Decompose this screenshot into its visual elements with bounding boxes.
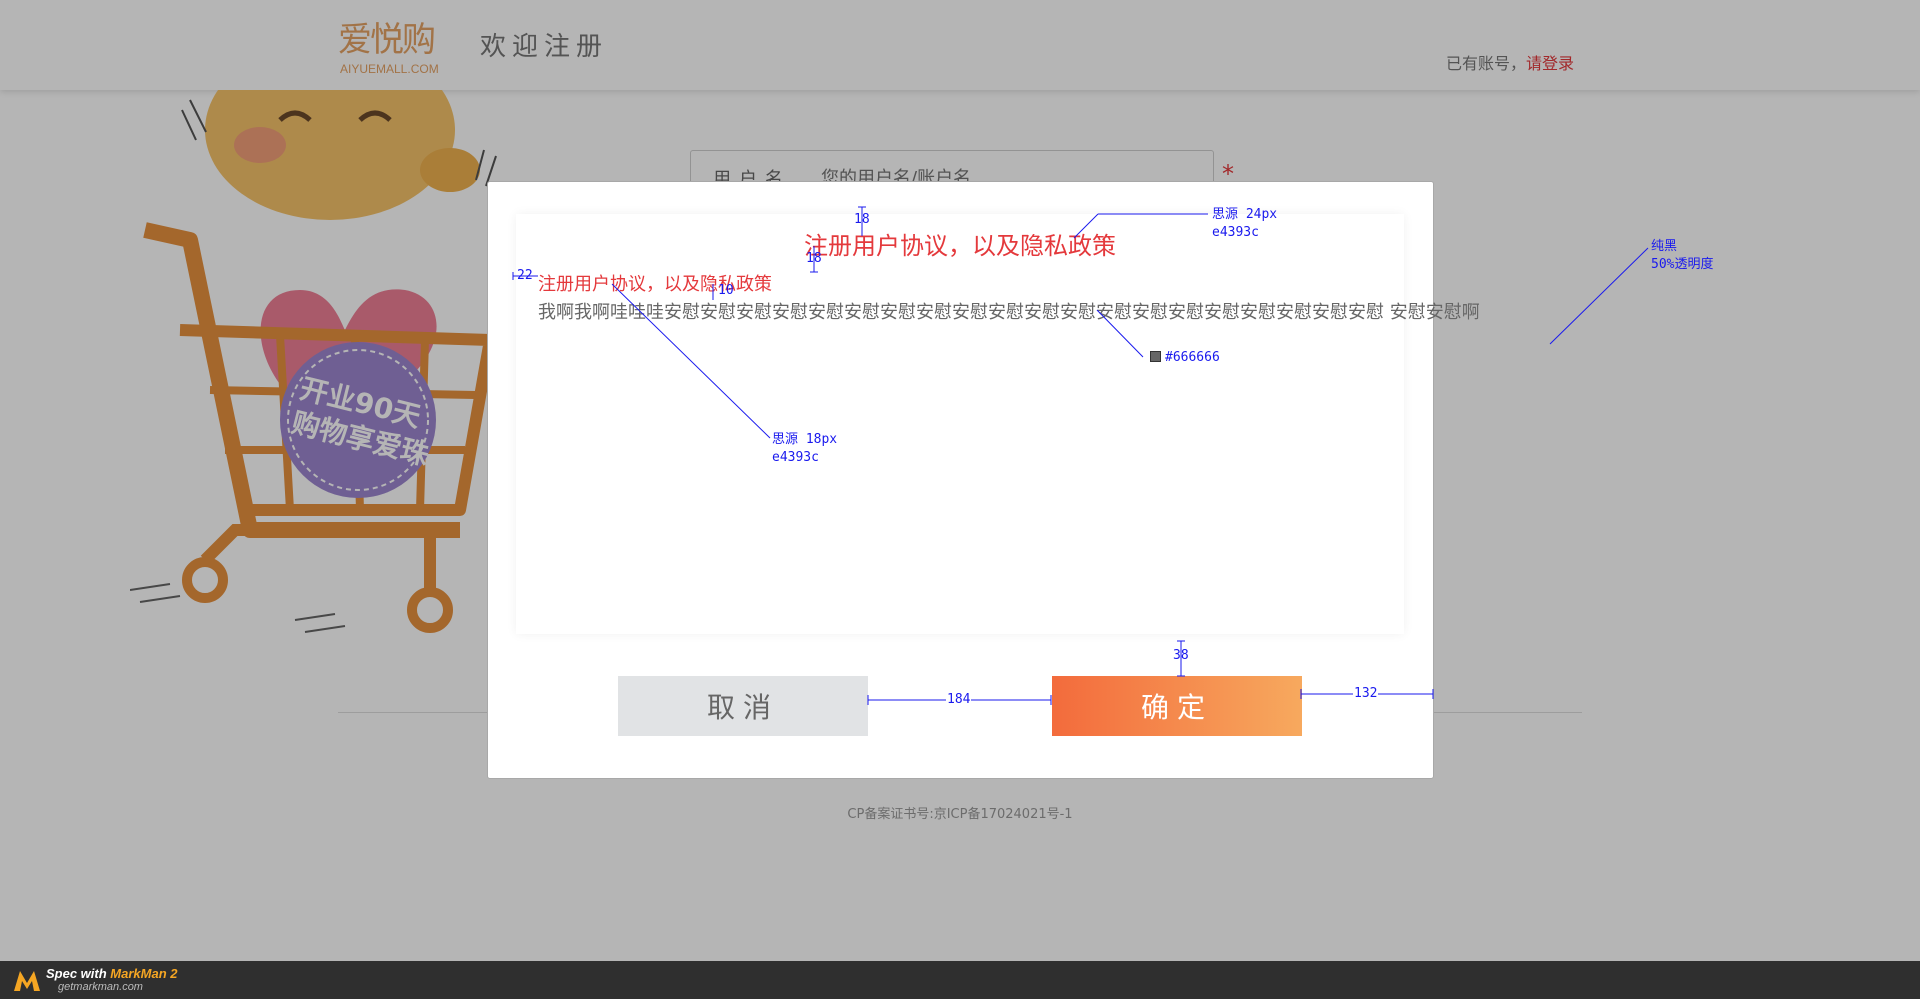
ann-gap-sub-left: 22 [517,268,533,283]
ann-title-font: 思源 24px [1212,207,1278,222]
agreement-content-box[interactable]: 注册用户协议，以及隐私政策 注册用户协议，以及隐私政策 我啊我啊哇哇哇安慰安慰安… [516,214,1480,634]
markman-title: Spec with MarkMan 2 [46,966,178,981]
ann-gap-buttons: 184 [946,692,972,708]
ann-title-color: e4393c [1212,225,1259,240]
markman-prefix: Spec with [46,966,111,981]
agreement-modal: 注册用户协议，以及隐私政策 注册用户协议，以及隐私政策 我啊我啊哇哇哇安慰安慰安… [487,181,1480,779]
ann-gap-title-sub: 18 [806,251,822,266]
agreement-body: 我啊我啊哇哇哇安慰安慰安慰安慰安慰安慰安慰安慰安慰安慰安慰安慰安慰安慰安慰安慰安… [538,302,1480,323]
ann-body-color-label: #666666 [1165,350,1220,365]
ann-subtitle-font: 思源 18px [772,432,838,447]
markman-brand: MarkMan 2 [110,966,178,981]
ann-gap-sub-body: 10 [718,283,734,298]
color-swatch-icon [1150,351,1161,362]
ann-gap-box-buttons: 38 [1173,648,1189,663]
ann-subtitle-color: e4393c [772,450,819,465]
markman-footer-bar: Spec with MarkMan 2 getmarkman.com [0,961,1920,999]
confirm-button[interactable]: 确定 [1052,676,1302,736]
ann-gap-title-top: 18 [854,212,870,227]
ann-overlay-note-1: 纯黑 [1651,239,1678,254]
ann-body-color: #666666 [1150,350,1220,366]
cancel-button[interactable]: 取消 [618,676,868,736]
markman-site: getmarkman.com [58,981,143,993]
agreement-title: 注册用户协议，以及隐私政策 [804,232,1116,260]
ann-gap-right: 132 [1353,686,1379,702]
markman-logo-icon [14,971,40,991]
ann-overlay-note-2: 50%透明度 [1651,257,1714,272]
agreement-subtitle: 注册用户协议，以及隐私政策 [538,274,772,295]
